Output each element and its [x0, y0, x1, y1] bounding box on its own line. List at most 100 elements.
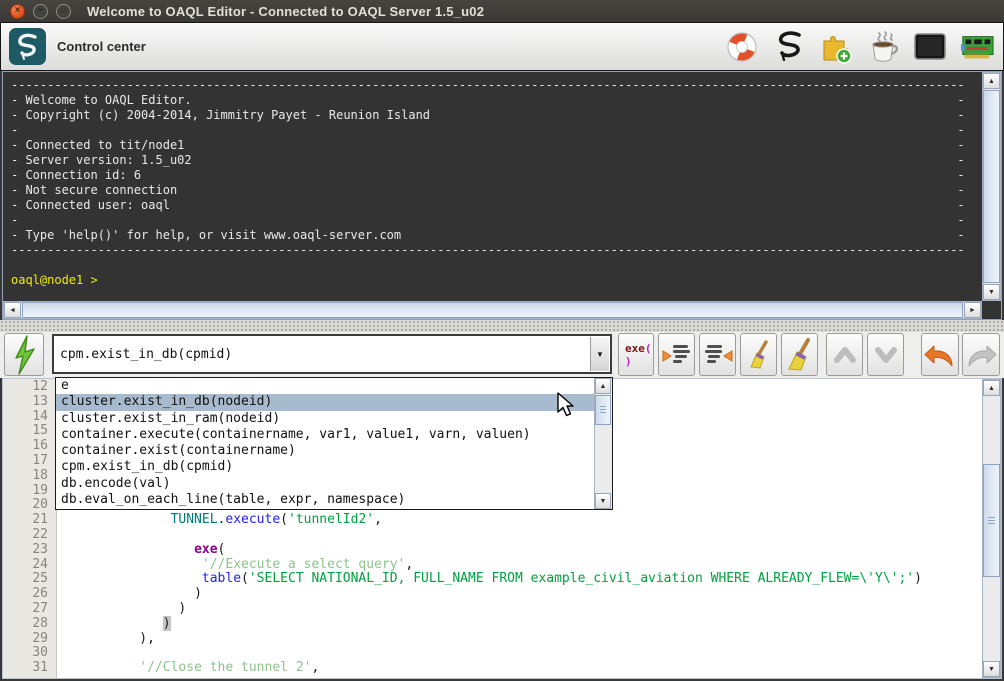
clean-all-button[interactable] [781, 333, 818, 376]
exe-open-paren: ( [645, 342, 652, 355]
broom-large-icon [785, 338, 815, 372]
scroll-left-arrow[interactable]: ◄ [4, 302, 21, 318]
maximize-button[interactable]: □ [56, 4, 71, 19]
minimize-button[interactable]: − [33, 4, 48, 19]
chevron-down-icon [871, 341, 901, 369]
snake-symbol-icon[interactable] [771, 28, 807, 66]
app-logo-icon [9, 28, 46, 65]
terminal-line: - Welcome to OAQL Editor. - [11, 93, 973, 108]
line-number: 18 [3, 469, 56, 484]
coffee-cup-icon[interactable] [865, 28, 901, 66]
scroll-up-arrow[interactable]: ▲ [983, 380, 1000, 396]
scroll-down-arrow[interactable]: ▼ [595, 493, 611, 509]
mouse-cursor [556, 392, 578, 418]
redo-button[interactable] [962, 333, 1000, 376]
dropdown-item[interactable]: e [56, 378, 594, 394]
memory-card-icon[interactable] [959, 28, 995, 66]
scroll-down-arrow[interactable]: ▼ [983, 284, 1000, 300]
help-lifebuoy-icon[interactable] [724, 28, 760, 66]
dropdown-item[interactable]: db.eval_on_each_line(table, expr, namesp… [56, 492, 594, 508]
scroll-up-arrow[interactable]: ▲ [983, 73, 1000, 89]
terminal-line: - Connection id: 6 - [11, 168, 973, 183]
terminal-line: - Not secure connection - [11, 183, 973, 198]
line-number: 22 [3, 528, 56, 543]
exe-wrap-button[interactable]: exe( ) [618, 333, 654, 376]
combo-dropdown-arrow[interactable]: ▼ [590, 337, 609, 371]
dropdown-scroll-thumb[interactable] [595, 395, 611, 425]
undo-arrow-icon [924, 341, 956, 369]
undo-button[interactable] [921, 333, 959, 376]
code-line: TUNNEL.execute('tunnelId2', [61, 513, 981, 528]
dropdown-item[interactable]: container.execute(containername, var1, v… [56, 427, 594, 443]
dropdown-scrollbar[interactable]: ▲ ▼ [594, 378, 612, 509]
dropdown-item[interactable]: cluster.exist_in_ram(nodeid) [56, 411, 594, 427]
chevron-up-icon [830, 341, 860, 369]
splitter-handle[interactable] [0, 320, 1004, 332]
terminal-line: - Copyright (c) 2004-2014, Jimmitry Paye… [11, 108, 973, 123]
terminal-vscroll-thumb[interactable] [983, 90, 1000, 283]
format-right-icon [703, 340, 733, 370]
broom-small-icon [746, 340, 772, 370]
move-down-button[interactable] [867, 333, 904, 376]
terminal-output: ----------------------------------------… [2, 71, 1002, 320]
exe-label: exe [625, 342, 645, 355]
command-input[interactable] [54, 336, 590, 372]
line-number: 15 [3, 424, 56, 439]
command-combobox[interactable]: ▼ [52, 334, 612, 374]
line-number: 30 [3, 646, 56, 661]
terminal-line: ----------------------------------------… [11, 243, 973, 258]
line-number: 31 [3, 661, 56, 676]
terminal-line: - Connected to tit/node1 - [11, 138, 973, 153]
move-up-button[interactable] [826, 333, 863, 376]
scroll-right-arrow[interactable]: ► [964, 302, 981, 318]
line-number: 28 [3, 617, 56, 632]
dropdown-item[interactable]: cluster.exist_in_db(nodeid) [56, 394, 594, 410]
clean-button[interactable] [740, 333, 777, 376]
terminal-vertical-scrollbar[interactable]: ▲ ▼ [982, 72, 1001, 301]
scroll-up-arrow[interactable]: ▲ [595, 378, 611, 394]
editor-vscroll-thumb[interactable] [983, 464, 1000, 577]
terminal-line: - - [11, 213, 973, 228]
code-line: table('SELECT NATIONAL_ID, FULL_NAME FRO… [61, 572, 981, 587]
line-number: 13 [3, 395, 56, 410]
line-number: 19 [3, 484, 56, 499]
line-number: 26 [3, 587, 56, 602]
code-line [61, 646, 981, 661]
line-number: 20 [3, 498, 56, 513]
terminal-horizontal-scrollbar[interactable]: ◄ ► [3, 301, 982, 319]
app-window: × − □ Welcome to OAQL Editor - Connected… [0, 0, 1004, 681]
scroll-down-arrow[interactable]: ▼ [983, 661, 1000, 677]
command-bar: ▼ exe( ) [0, 332, 1004, 378]
close-button[interactable]: × [10, 4, 25, 19]
terminal-line: - Type 'help()' for help, or visit www.o… [11, 228, 973, 243]
terminal-line: ----------------------------------------… [11, 78, 973, 93]
format-indent-left-button[interactable] [658, 333, 695, 376]
line-number: 17 [3, 454, 56, 469]
run-lightning-button[interactable] [4, 333, 44, 376]
terminal-line: - - [11, 123, 973, 138]
dropdown-item[interactable]: db.encode(val) [56, 476, 594, 492]
window-title: Welcome to OAQL Editor - Connected to OA… [87, 4, 484, 19]
dropdown-item[interactable]: container.exist(containername) [56, 443, 594, 459]
format-indent-right-button[interactable] [699, 333, 736, 376]
terminal-hscroll-thumb[interactable] [22, 302, 963, 318]
line-number: 24 [3, 558, 56, 573]
titlebar[interactable]: × − □ Welcome to OAQL Editor - Connected… [0, 0, 1004, 22]
lightning-icon [11, 335, 37, 375]
code-line: ) [61, 587, 981, 602]
main-toolbar: Control center [0, 22, 1004, 71]
line-number: 25 [3, 572, 56, 587]
format-left-icon [662, 340, 692, 370]
terminal-text: ----------------------------------------… [3, 72, 981, 301]
terminal-line: - Connected user: oaql - [11, 198, 973, 213]
editor-vertical-scrollbar[interactable]: ▲ ▼ [982, 379, 1001, 678]
code-line: ) [61, 602, 981, 617]
code-line: '//Close the tunnel 2', [61, 661, 981, 676]
terminal-screen-icon[interactable] [912, 28, 948, 66]
dropdown-item[interactable]: cpm.exist_in_db(cpmid) [56, 459, 594, 475]
line-number: 12 [3, 380, 56, 395]
add-plugin-puzzle-icon[interactable] [818, 28, 854, 66]
terminal-line [11, 258, 973, 273]
terminal-line: - Server version: 1.5_u02 - [11, 153, 973, 168]
line-number-gutter: 1213141516171819202122232425262728293031 [3, 379, 57, 678]
